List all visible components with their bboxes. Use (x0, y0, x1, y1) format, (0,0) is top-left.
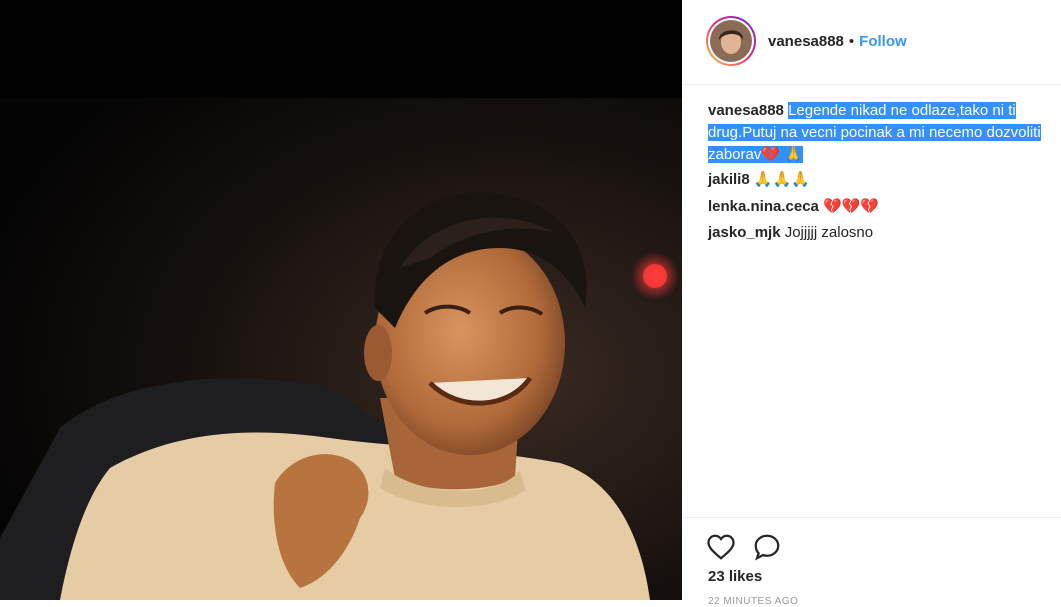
comment-text: 🙏🙏🙏 (753, 171, 810, 188)
likes-count[interactable]: 23 likes (708, 568, 762, 585)
heart-outline-icon[interactable] (706, 532, 736, 562)
post-photo-area (0, 0, 682, 600)
comment-bubble-icon[interactable] (752, 532, 782, 562)
portrait-illustration (0, 98, 682, 600)
comment-item: jasko_mjk Jojjjjj zalosno (708, 224, 873, 241)
comment-username[interactable]: jakili8 (708, 171, 750, 188)
post-header: vanesa888 • Follow (682, 0, 1061, 85)
post-actions: 23 likes 22 MINUTES AGO (682, 517, 1061, 607)
photo-letterbox (0, 0, 682, 98)
post-side-panel: vanesa888 • Follow vanesa888 Legende nikad… (682, 0, 1061, 607)
caption-username[interactable]: vanesa888 (708, 102, 784, 119)
caption-emoji: 💔 🙏 (761, 146, 803, 163)
comment-text: 💔💔💔 (823, 198, 880, 215)
comment-item: lenka.nina.ceca 💔💔💔 (708, 197, 879, 215)
comment-text: Jojjjjj zalosno (784, 224, 874, 241)
comment-username[interactable]: lenka.nina.ceca (708, 198, 819, 215)
avatar-image (710, 20, 752, 62)
username-link[interactable]: vanesa888 (768, 33, 844, 50)
separator-dot: • (848, 33, 855, 50)
comment-username[interactable]: jasko_mjk (708, 224, 781, 241)
comment-item: jakili8 🙏🙏🙏 (708, 170, 810, 188)
post-timestamp: 22 MINUTES AGO (708, 596, 799, 607)
avatar[interactable] (706, 16, 756, 66)
post-photo[interactable] (0, 98, 682, 600)
follow-button[interactable]: Follow (859, 33, 907, 50)
post-caption: vanesa888 Legende nikad ne odlaze,tako n… (708, 100, 1048, 166)
header-row: vanesa888 • Follow (768, 33, 907, 50)
